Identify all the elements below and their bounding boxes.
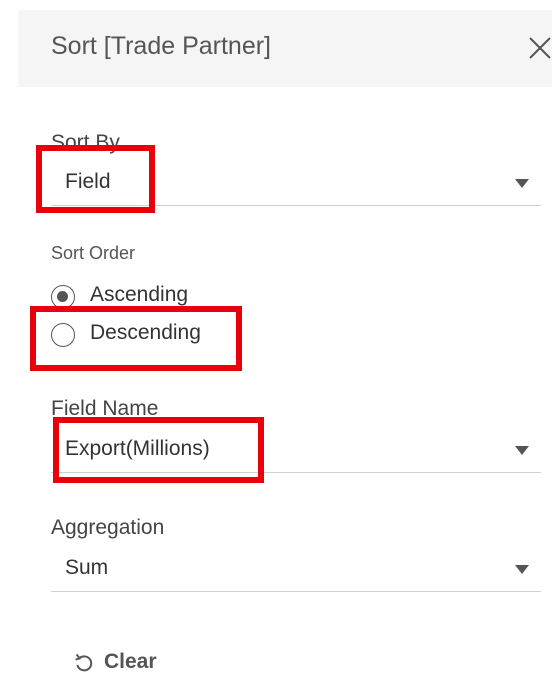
chevron-down-icon xyxy=(515,565,529,574)
radio-descending[interactable]: Descending xyxy=(51,321,231,351)
chevron-down-icon xyxy=(515,446,529,455)
undo-icon xyxy=(73,652,95,674)
field-name-value: Export(Millions) xyxy=(65,437,210,460)
close-button[interactable] xyxy=(528,34,552,62)
sort-order-label: Sort Order xyxy=(51,243,136,263)
aggregation-select[interactable]: Sum xyxy=(51,551,541,592)
radio-descending-label: Descending xyxy=(90,321,201,344)
clear-label: Clear xyxy=(104,650,157,673)
sort-by-value: Field xyxy=(65,170,111,193)
dialog-header: Sort [Trade Partner] xyxy=(18,10,552,87)
sort-by-select[interactable]: Field xyxy=(51,165,541,206)
chevron-down-icon xyxy=(515,179,529,188)
field-name-select[interactable]: Export(Millions) xyxy=(51,432,541,473)
dialog-title: Sort [Trade Partner] xyxy=(51,32,271,60)
aggregation-label: Aggregation xyxy=(51,516,165,539)
field-name-label: Field Name xyxy=(51,397,159,420)
radio-ascending-label: Ascending xyxy=(90,283,189,306)
radio-ascending[interactable]: Ascending xyxy=(51,283,221,313)
aggregation-value: Sum xyxy=(65,556,109,579)
radio-ascending-circle[interactable] xyxy=(51,285,75,309)
sort-by-label: Sort By xyxy=(51,131,120,154)
close-icon xyxy=(528,34,552,62)
radio-descending-circle[interactable] xyxy=(51,323,75,347)
